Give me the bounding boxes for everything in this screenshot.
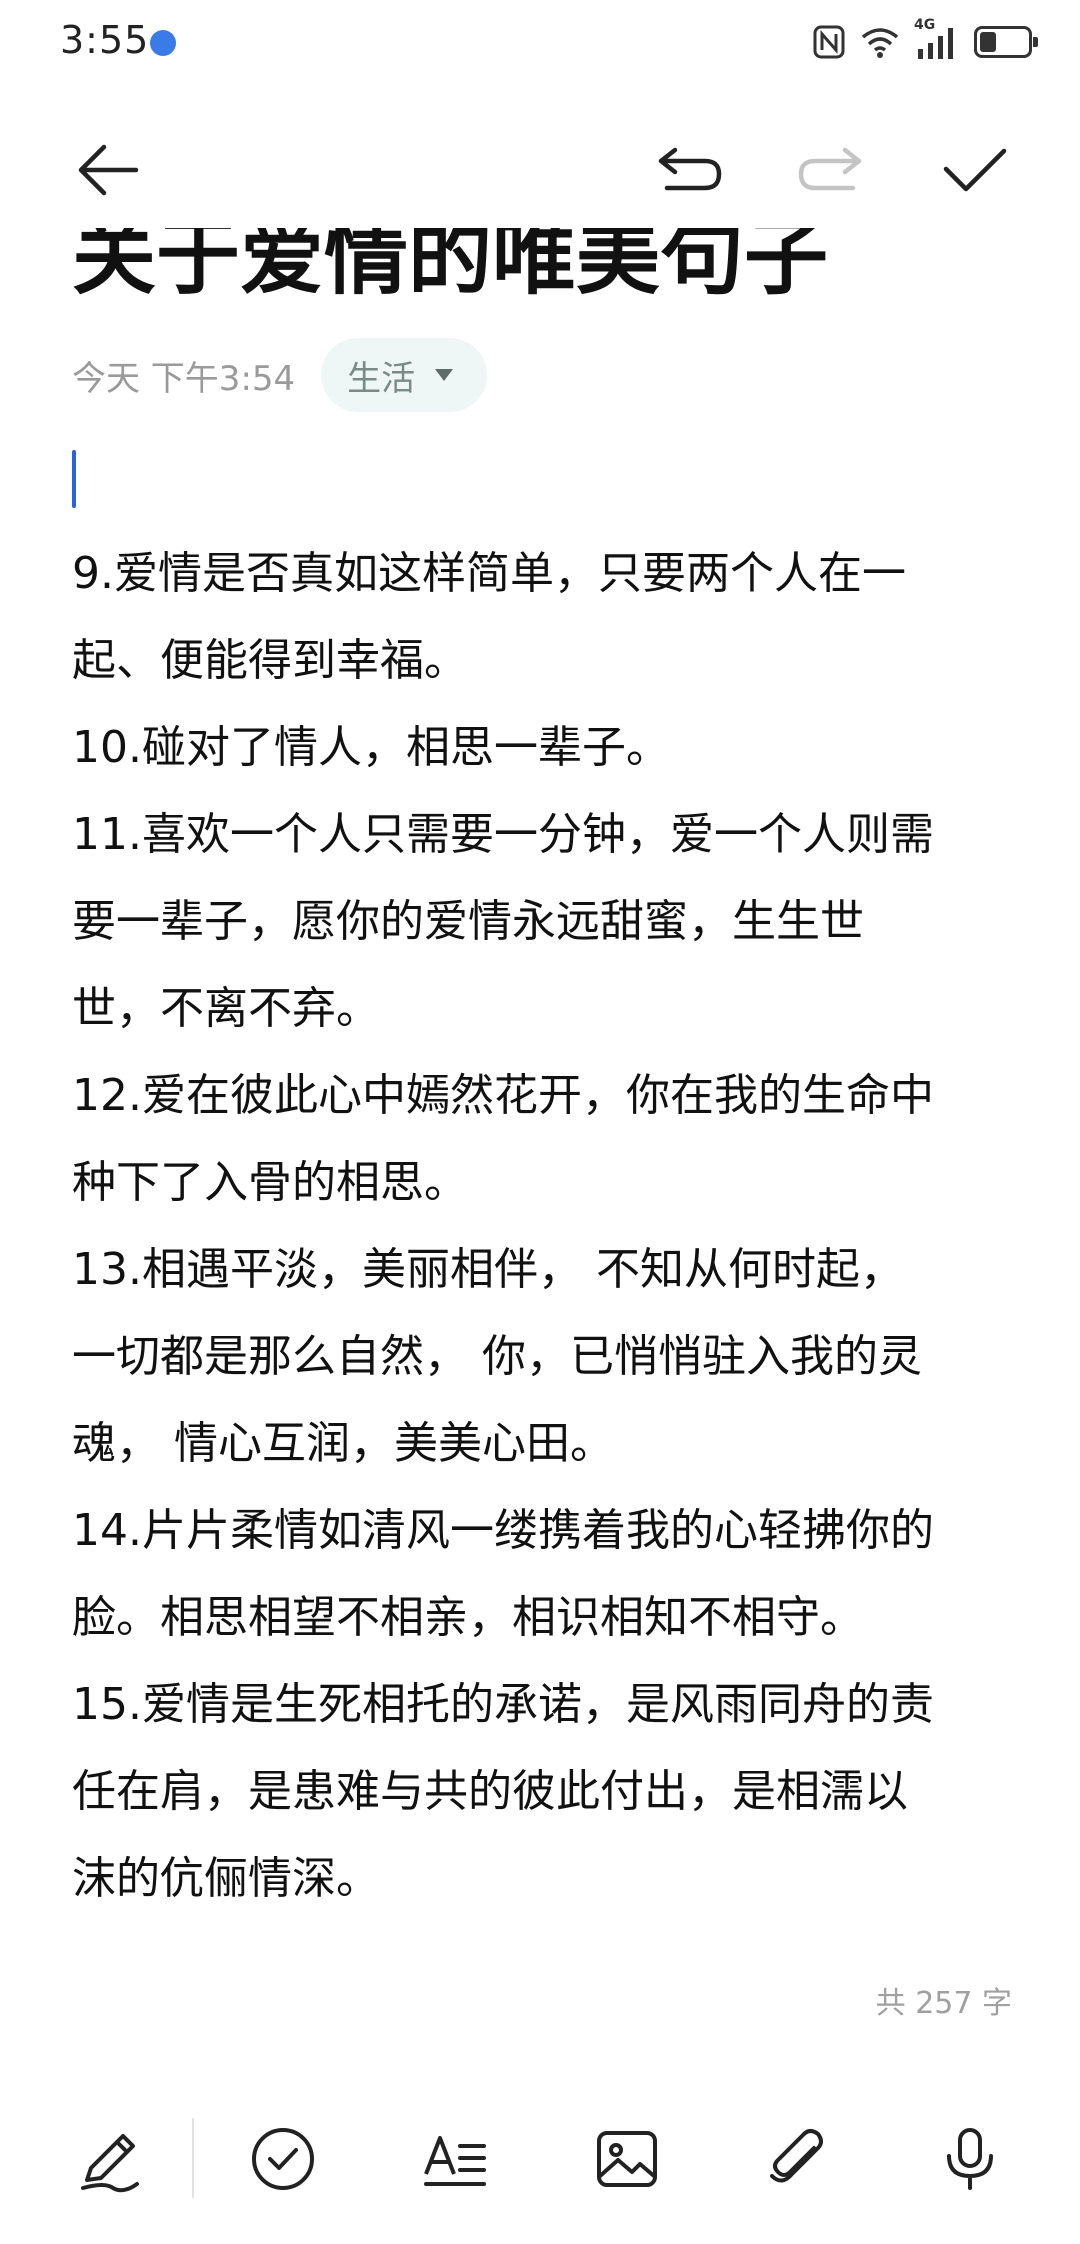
handwriting-button[interactable] — [65, 2114, 155, 2204]
battery-level — [980, 32, 996, 52]
note-line: 脸。相思相望不相亲，相识相知不相守。 — [72, 1592, 864, 1643]
image-button[interactable] — [582, 2114, 672, 2204]
note-title-text: 关于爱情的唯美句子 — [72, 228, 829, 306]
category-label: 生活 — [347, 358, 416, 399]
redo-button[interactable] — [790, 130, 870, 210]
attachment-button[interactable] — [752, 2114, 842, 2204]
checklist-button[interactable] — [238, 2114, 328, 2204]
status-time: 3:55 — [60, 18, 150, 62]
wifi-icon — [860, 25, 900, 59]
note-line: 沫的伉俪情深。 — [72, 1853, 380, 1904]
nfc-icon — [812, 24, 846, 60]
note-body[interactable]: 9.爱情是否真如这样简单，只要两个人在一 起、便能得到幸福。 10.碰对了情人，… — [72, 530, 1022, 1922]
redo-icon — [798, 147, 862, 191]
voice-input-button[interactable] — [925, 2114, 1015, 2204]
note-meta: 今天 下午3:54 生活 — [72, 338, 488, 412]
location-icon — [150, 30, 176, 56]
battery-outline — [974, 26, 1038, 58]
note-line: 任在肩，是患难与共的彼此付出，是相濡以 — [72, 1766, 908, 1817]
bottom-toolbar — [0, 2100, 1080, 2220]
undo-button[interactable] — [650, 130, 730, 210]
battery-icon — [974, 26, 1038, 58]
note-line: 要一辈子，愿你的爱情永远甜蜜，生生世 — [72, 896, 864, 947]
back-button[interactable] — [68, 130, 148, 210]
network-type-label: 4G — [914, 17, 936, 33]
confirm-button[interactable] — [935, 130, 1015, 210]
status-icons: 4G — [812, 17, 1038, 64]
note-line: 13.相遇平淡，美丽相伴， 不知从何时起， — [72, 1244, 904, 1295]
text-format-button[interactable] — [410, 2114, 500, 2204]
dropdown-arrow-icon — [435, 369, 454, 381]
note-line: 15.爱情是生死相托的承诺，是风雨同舟的责 — [72, 1679, 934, 1730]
handwriting-icon — [81, 2134, 139, 2193]
note-line: 10.碰对了情人，相思一辈子。 — [72, 722, 670, 773]
microphone-icon — [947, 2128, 993, 2190]
note-date: 今天 下午3:54 — [72, 358, 296, 399]
note-title[interactable]: 关于爱情的唯美句子 — [72, 228, 1012, 310]
note-line: 9.爱情是否真如这样简单，只要两个人在一 — [72, 548, 906, 599]
checklist-icon — [252, 2128, 314, 2190]
back-arrow-icon — [78, 144, 139, 196]
attachment-icon — [770, 2129, 823, 2183]
toolbar-divider — [192, 2118, 194, 2198]
signal-icon: 4G — [914, 17, 960, 61]
undo-icon — [658, 147, 722, 191]
image-icon — [597, 2131, 657, 2187]
note-line: 世，不离不弃。 — [72, 983, 380, 1034]
note-line: 起、便能得到幸福。 — [72, 635, 468, 686]
editor-toolbar — [0, 120, 1080, 220]
category-dropdown[interactable]: 生活 — [321, 338, 488, 412]
check-icon — [943, 148, 1007, 192]
text-format-icon — [424, 2136, 486, 2186]
note-line: 魂， 情心互润，美美心田。 — [72, 1418, 614, 1469]
text-cursor — [72, 450, 76, 508]
note-line: 12.爱在彼此心中嫣然花开，你在我的生命中 — [72, 1070, 934, 1121]
note-line: 一切都是那么自然， 你，已悄悄驻入我的灵 — [72, 1331, 922, 1382]
note-line: 种下了入骨的相思。 — [72, 1157, 468, 1208]
word-count: 共 257 字 — [875, 1986, 1012, 2021]
note-line: 11.喜欢一个人只需要一分钟，爱一个人则需 — [72, 809, 934, 860]
note-line: 14.片片柔情如清风一缕携着我的心轻拂你的 — [72, 1505, 934, 1556]
status-bar: 3:55 4G — [0, 0, 1080, 84]
